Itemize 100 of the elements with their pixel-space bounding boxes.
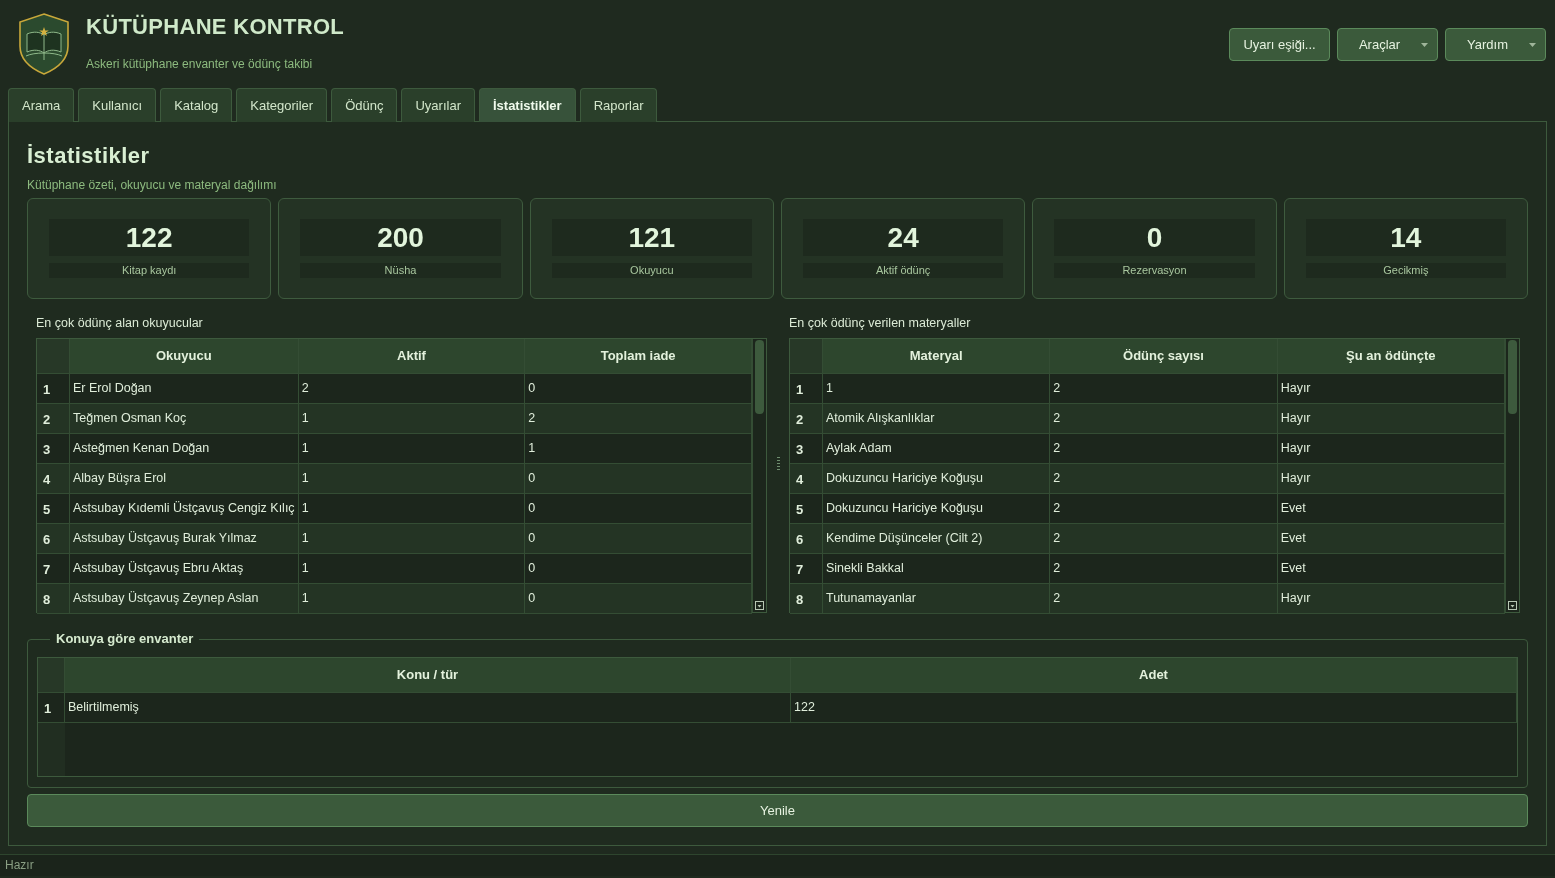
table-cell: 2 [1050,464,1278,494]
table-cell: 1 [298,494,526,524]
table-cell: 1 [298,524,526,554]
table-cell: 1 [298,584,526,614]
table-cell: 0 [525,584,752,614]
tab[interactable]: Ödünç [331,88,398,122]
stat-value: 121 [551,219,752,256]
table-cell: Teğmen Osman Koç [70,404,299,434]
column-header[interactable]: Toplam iade [525,339,752,374]
stat-label: Nüsha [300,263,501,278]
row-header: 3 [37,434,70,464]
caret-icon [1529,42,1536,47]
row-header: 8 [37,584,70,614]
table-cell: Belirtilmemiş [65,693,791,723]
table-cell: 2 [525,404,752,434]
table-cell: Hayır [1277,464,1505,494]
row-header: 5 [37,494,70,524]
stat-label: Rezervasyon [1054,263,1255,278]
table-cell: Hayır [1277,374,1505,404]
table-cell: Evet [1277,554,1505,584]
table-corner[interactable] [790,339,823,374]
row-header: 3 [790,434,823,464]
row-header: 1 [790,374,823,404]
column-header[interactable]: Konu / tür [65,658,791,693]
table-cell: 1 [298,464,526,494]
scroll-down-icon[interactable] [755,601,764,610]
table-cell: 2 [1050,404,1278,434]
tab[interactable]: Arama [8,88,75,122]
toolbar-button[interactable]: Uyarı eşiği... [1229,28,1330,61]
row-header: 1 [37,374,70,404]
column-header[interactable]: Aktif [298,339,526,374]
splitter-handle[interactable] [776,457,780,471]
row-header: 5 [790,494,823,524]
table-cell: 2 [1050,494,1278,524]
column-header[interactable]: Adet [791,658,1517,693]
stat-value: 122 [49,219,250,256]
table-cell: Hayır [1277,434,1505,464]
tab[interactable]: Uyarılar [401,88,475,122]
row-header: 4 [790,464,823,494]
column-header[interactable]: Materyal [823,339,1051,374]
caret-icon [1421,42,1428,47]
row-header: 7 [790,554,823,584]
scroll-down-icon[interactable] [1508,601,1517,610]
tab[interactable]: Raporlar [579,88,658,122]
table-cell: 2 [1050,524,1278,554]
table-cell: 2 [1050,584,1278,614]
scroll-thumb[interactable] [1508,340,1517,414]
table-cell: Astsubay Üstçavuş Burak Yılmaz [70,524,299,554]
scroll-thumb[interactable] [755,340,764,414]
stat-label: Gecikmiş [1305,263,1506,278]
shield-emblem-icon [18,12,70,76]
scrollbar[interactable] [752,339,766,612]
table-corner[interactable] [38,658,65,693]
table-caption: En çok ödünç alan okuyucular [36,315,203,331]
app-title: KÜTÜPHANE KONTROL [86,14,345,40]
tab[interactable]: Kategoriler [236,88,328,122]
stat-label: Okuyucu [551,263,752,278]
refresh-button[interactable]: Yenile [27,794,1528,827]
table-cell: 2 [1050,434,1278,464]
table-cell: Astsubay Üstçavuş Zeynep Aslan [70,584,299,614]
table-cell: Evet [1277,524,1505,554]
table-cell: 0 [525,524,752,554]
table-cell: 0 [525,464,752,494]
table-corner[interactable] [37,339,70,374]
table-cell: 1 [298,554,526,584]
scrollbar[interactable] [1505,339,1519,612]
stat-value: 14 [1305,219,1506,256]
table-cell: Kendime Düşünceler (Cilt 2) [823,524,1051,554]
table-cell: Dokuzuncu Hariciye Koğuşu [823,494,1051,524]
row-header: 7 [37,554,70,584]
table-cell: 1 [525,434,752,464]
table-cell: 2 [1050,554,1278,584]
app-subtitle: Askeri kütüphane envanter ve ödünç takibi [86,56,313,72]
table-cell: 0 [525,554,752,584]
table-cell: Asteğmen Kenan Doğan [70,434,299,464]
tab[interactable]: İstatistikler [478,88,576,122]
tab[interactable]: Kullanıcı [78,88,157,122]
table-cell: Albay Büşra Erol [70,464,299,494]
row-header: 2 [37,404,70,434]
status-text: Hazır [4,857,34,874]
table-cell: 0 [525,374,752,404]
table-cell: Astsubay Üstçavuş Ebru Aktaş [70,554,299,584]
column-header[interactable]: Okuyucu [70,339,299,374]
table-cell: 122 [791,693,1517,723]
tab[interactable]: Katalog [160,88,233,122]
menu-button[interactable]: Yardım [1445,28,1546,61]
column-header[interactable]: Ödünç sayısı [1050,339,1278,374]
page-title: İstatistikler [27,142,150,170]
table-cell: 2 [298,374,526,404]
page-subtitle: Kütüphane özeti, okuyucu ve materyal dağılımı [27,177,277,193]
table-cell: 1 [823,374,1051,404]
row-header: 1 [38,693,65,723]
table-cell: 2 [1050,374,1278,404]
menu-button[interactable]: Araçlar [1337,28,1438,61]
table-cell: Hayır [1277,404,1505,434]
table-cell: Er Erol Doğan [70,374,299,404]
column-header[interactable]: Şu an ödünçte [1277,339,1505,374]
table-cell: 1 [298,404,526,434]
stat-value: 0 [1054,219,1255,256]
stat-value: 200 [300,219,501,256]
